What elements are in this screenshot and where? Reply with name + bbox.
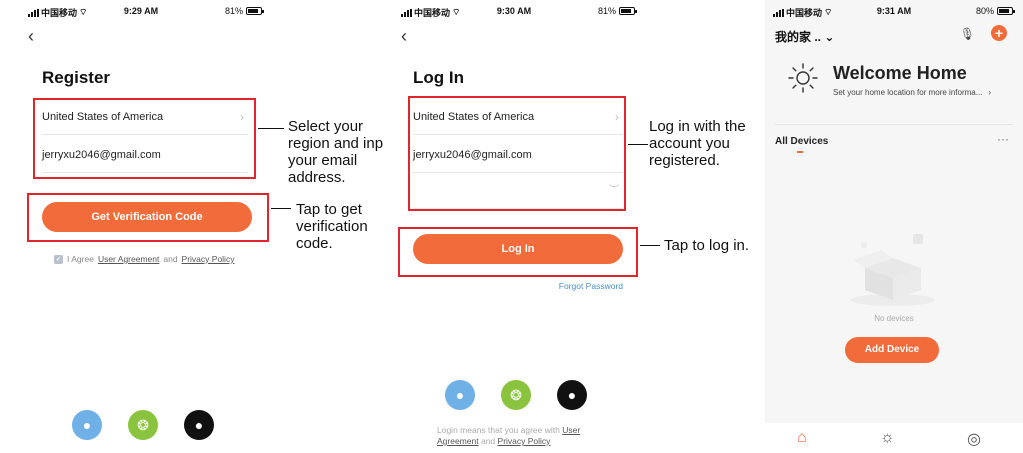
- active-tab-indicator: [797, 151, 803, 153]
- home-location-prompt[interactable]: Set your home location for more informa.…: [833, 88, 991, 97]
- forgot-password-link[interactable]: Forgot Password: [559, 281, 623, 291]
- agreement-row: ✓ I Agree User Agreement and Privacy Pol…: [54, 254, 234, 264]
- divider: [775, 124, 1013, 125]
- battery-percent: 81%: [224, 6, 243, 16]
- privacy-policy-link[interactable]: Privacy Policy: [498, 436, 551, 446]
- apple-icon[interactable]: ●: [557, 380, 587, 410]
- wechat-icon[interactable]: ❂: [128, 410, 158, 440]
- battery-icon: [997, 7, 1015, 15]
- welcome-title: Welcome Home: [833, 63, 967, 83]
- social-login-row: ● ❂ ●: [445, 380, 587, 410]
- agree-checkbox[interactable]: ✓: [54, 254, 63, 264]
- callout-register-button: Tap to get verification code.: [296, 201, 368, 252]
- bottom-tab-bar: ⌂ ☼ ◎: [765, 423, 1023, 453]
- back-chevron-icon[interactable]: ‹: [401, 26, 407, 47]
- highlight-login-fields: [408, 96, 626, 211]
- social-login-row: ● ❂ ●: [72, 410, 214, 440]
- back-chevron-icon[interactable]: ‹: [28, 26, 34, 47]
- qq-icon[interactable]: ●: [445, 380, 475, 410]
- highlight-register-fields: [33, 98, 256, 179]
- scene-icon[interactable]: ☼: [880, 429, 895, 447]
- home-icon[interactable]: ⌂: [797, 429, 807, 447]
- battery-percent: 80%: [975, 6, 994, 16]
- callout-login-button: Tap to log in.: [664, 237, 750, 254]
- privacy-policy-link[interactable]: Privacy Policy: [182, 254, 235, 264]
- legal-notice: Login means that you agree with User Agr…: [437, 425, 617, 447]
- highlight-login-button: [398, 227, 638, 277]
- mic-icon[interactable]: 🎙︎: [960, 27, 975, 41]
- home-screen: 中国移动 ⌔ 9:31 AM 80% 我的家 .. ⌄ 🎙︎ + Welcome…: [765, 0, 1023, 453]
- qq-icon[interactable]: ●: [72, 410, 102, 440]
- empty-box-icon: [851, 234, 935, 306]
- callout-leader: [628, 144, 648, 145]
- highlight-register-button: [27, 193, 269, 242]
- profile-icon[interactable]: ◎: [967, 429, 981, 449]
- battery-icon: [619, 7, 637, 15]
- legal-prefix: Login means that you agree with: [437, 425, 560, 435]
- status-bar: 中国移动 ⌔ 9:30 AM 81%: [383, 6, 645, 18]
- user-agreement-link[interactable]: User Agreement: [98, 254, 159, 264]
- chevron-down-icon: ⌄: [824, 30, 835, 44]
- battery-icon: [246, 7, 264, 15]
- no-devices-text: No devices: [874, 314, 914, 323]
- status-bar: 中国移动 ⌔ 9:29 AM 81%: [10, 6, 272, 18]
- tab-all-devices[interactable]: All Devices: [775, 136, 828, 147]
- chevron-right-icon: ›: [988, 88, 992, 97]
- agree-and: and: [163, 254, 178, 264]
- apple-icon[interactable]: ●: [184, 410, 214, 440]
- sun-icon: [788, 63, 818, 93]
- callout-login-fields: Log in with the account you registered.: [649, 118, 746, 169]
- add-device-button[interactable]: Add Device: [845, 337, 939, 363]
- wechat-icon[interactable]: ❂: [501, 380, 531, 410]
- agree-prefix: I Agree: [67, 254, 94, 264]
- page-title: Log In: [413, 68, 464, 87]
- plus-icon[interactable]: +: [991, 25, 1007, 41]
- more-options-icon[interactable]: ···: [997, 132, 1009, 146]
- legal-and: and: [480, 436, 496, 446]
- home-selector[interactable]: 我的家 .. ⌄: [775, 28, 834, 45]
- welcome-subtitle: Set your home location for more informa.…: [833, 88, 983, 97]
- status-bar: 中国移动 ⌔ 9:31 AM 80%: [765, 6, 1023, 18]
- battery-percent: 81%: [597, 6, 616, 16]
- callout-leader: [258, 128, 284, 129]
- callout-leader: [271, 208, 291, 209]
- callout-leader: [640, 245, 660, 246]
- page-title: Register: [42, 68, 111, 87]
- home-name: 我的家 ..: [775, 30, 822, 44]
